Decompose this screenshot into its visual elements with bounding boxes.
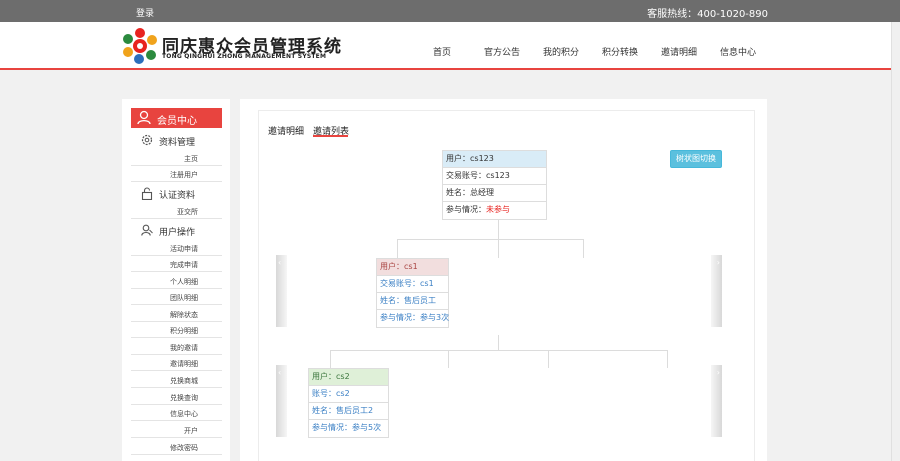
tree-connector: [330, 350, 668, 351]
sidebar-section-label: 资料管理: [159, 138, 196, 148]
sidebar-item-label: 兑换商城: [170, 377, 198, 385]
node-user: 用户：cs2: [309, 369, 388, 386]
sidebar-item-register-user[interactable]: 注册用户: [131, 166, 222, 182]
nav-item-my-points[interactable]: 我的积分: [543, 45, 579, 58]
gear-icon: [141, 134, 153, 146]
sidebar-item-my-invites[interactable]: 我的邀请: [131, 339, 222, 355]
tree-connector: [498, 335, 499, 350]
sidebar-item-activity-apply[interactable]: 活动申请: [131, 240, 222, 256]
sidebar-section-verification[interactable]: 认证资料: [131, 184, 222, 202]
sidebar-section-label: 用户操作: [159, 228, 196, 238]
node-participation: 参与情况：参与3次: [380, 313, 450, 322]
tree-connector: [667, 350, 668, 368]
node-user: 用户：cs1: [377, 259, 448, 276]
node-participation: 参与情况：参与5次: [312, 423, 382, 432]
scroll-left-button[interactable]: ‹: [276, 365, 287, 437]
tree-connector: [498, 217, 499, 239]
sidebar-section-profile[interactable]: 资料管理: [131, 131, 222, 149]
tree-connector: [448, 350, 449, 368]
nav-item-home[interactable]: 首页: [433, 45, 451, 58]
sidebar-item-invite-details[interactable]: 邀请明细: [131, 355, 222, 371]
sidebar-item-home[interactable]: 主页: [131, 150, 222, 166]
node-participation: 参与情况：未参与: [443, 202, 546, 219]
login-link[interactable]: 登录: [136, 6, 154, 19]
sidebar-item-exchange[interactable]: 亚交所: [131, 203, 222, 219]
tree-connector: [498, 239, 499, 258]
sidebar-item-change-password[interactable]: 修改密码: [131, 439, 222, 455]
scroll-right-button[interactable]: ›: [711, 255, 722, 327]
sidebar-item-label: 我的邀请: [170, 344, 198, 352]
node-account: 交易账号：cs123: [443, 168, 546, 185]
sidebar-member-center-label: 会员中心: [157, 116, 197, 127]
active-tab-indicator: [313, 135, 348, 137]
sidebar-item-personal-details[interactable]: 个人明细: [131, 273, 222, 289]
tree-connector: [583, 239, 584, 258]
node-user: 用户：cs123: [443, 151, 546, 168]
sidebar-member-center[interactable]: 会员中心: [131, 108, 222, 128]
sidebar-item-team-details[interactable]: 团队明细: [131, 289, 222, 305]
sidebar-item-points-details[interactable]: 积分明细: [131, 322, 222, 338]
sidebar-item-label: 团队明细: [170, 294, 198, 302]
scroll-right-button[interactable]: ›: [711, 365, 722, 437]
nav-item-points-convert[interactable]: 积分转换: [602, 45, 638, 58]
tree-node-level3[interactable]: 用户：cs2 账号：cs2 姓名：售后员工2 参与情况：参与5次: [308, 368, 389, 438]
tree-connector: [330, 350, 331, 368]
logo-icon: [123, 28, 157, 64]
sidebar-section-label: 认证资料: [159, 191, 196, 201]
sidebar-item-label: 修改密码: [170, 444, 198, 452]
sidebar-item-label: 亚交所: [177, 208, 198, 216]
sidebar-item-info-center[interactable]: 信息中心: [131, 405, 222, 421]
page-scrollbar[interactable]: [891, 22, 900, 461]
nav-item-announcements[interactable]: 官方公告: [484, 45, 520, 58]
top-bar: 登录 客服热线：400-1020-890: [0, 0, 900, 22]
sidebar-item-label: 开户: [184, 427, 198, 435]
node-name: 姓名：售后员工2: [309, 403, 388, 420]
sidebar-item-label: 活动申请: [170, 245, 198, 253]
tree-node-level2[interactable]: 用户：cs1 交易账号：cs1 姓名：售后员工 参与情况：参与3次: [376, 258, 449, 328]
sidebar-item-label: 解除状态: [170, 311, 198, 319]
chevron-right-icon: ›: [716, 258, 720, 267]
chevron-left-icon: ‹: [278, 368, 282, 377]
tree-connector: [397, 239, 398, 258]
brand-subtitle: TONG QINGHUI ZHONG MANAGEMENT SYSTEM: [162, 53, 327, 60]
chevron-left-icon: ‹: [278, 258, 282, 267]
tree-view-toggle-button[interactable]: 树状图切换: [670, 150, 722, 168]
sidebar-section-user-ops[interactable]: 用户操作: [131, 221, 222, 239]
user-icon: [141, 224, 153, 236]
sidebar-item-open-account[interactable]: 开户: [131, 422, 222, 438]
sidebar-item-exchange-query[interactable]: 兑换查询: [131, 389, 222, 405]
site-header: 同庆惠众会员管理系统 TONG QINGHUI ZHONG MANAGEMENT…: [0, 22, 900, 70]
tree-node-root[interactable]: 用户：cs123 交易账号：cs123 姓名：总经理 参与情况：未参与: [442, 150, 547, 220]
lock-icon: [141, 187, 153, 200]
node-name: 姓名：总经理: [443, 185, 546, 202]
sidebar-item-label: 注册用户: [170, 171, 198, 179]
participation-value: 未参与: [486, 205, 510, 214]
sidebar-item-label: 信息中心: [170, 410, 198, 418]
sidebar-item-exchange-mall[interactable]: 兑换商城: [131, 372, 222, 388]
chevron-right-icon: ›: [716, 368, 720, 377]
user-icon: [137, 110, 151, 125]
participation-label: 参与情况：: [446, 205, 486, 214]
nav-item-invite-details[interactable]: 邀请明细: [661, 45, 697, 58]
tree-connector: [397, 239, 583, 240]
sidebar-item-release-status[interactable]: 解除状态: [131, 306, 222, 322]
tab-invite-details[interactable]: 邀请明细: [268, 124, 304, 137]
tree-connector: [548, 350, 549, 368]
sidebar-item-label: 主页: [184, 155, 198, 163]
sidebar-item-label: 邀请明细: [170, 360, 198, 368]
node-account: 账号：cs2: [309, 386, 388, 403]
node-account: 交易账号：cs1: [377, 276, 448, 293]
sidebar-item-complete-apply[interactable]: 完成申请: [131, 256, 222, 272]
sidebar-item-label: 积分明细: [170, 327, 198, 335]
node-name: 姓名：售后员工: [377, 293, 448, 310]
nav-item-info-center[interactable]: 信息中心: [720, 45, 756, 58]
sidebar-item-label: 个人明细: [170, 278, 198, 286]
sidebar-item-label: 兑换查询: [170, 394, 198, 402]
sidebar-item-label: 完成申请: [170, 261, 198, 269]
scroll-left-button[interactable]: ‹: [276, 255, 287, 327]
service-hotline: 客服热线：400-1020-890: [647, 9, 768, 20]
sidebar: 会员中心 资料管理 主页 注册用户 认证资料 亚交所 用户操作 活动申请 完成申…: [122, 99, 230, 461]
